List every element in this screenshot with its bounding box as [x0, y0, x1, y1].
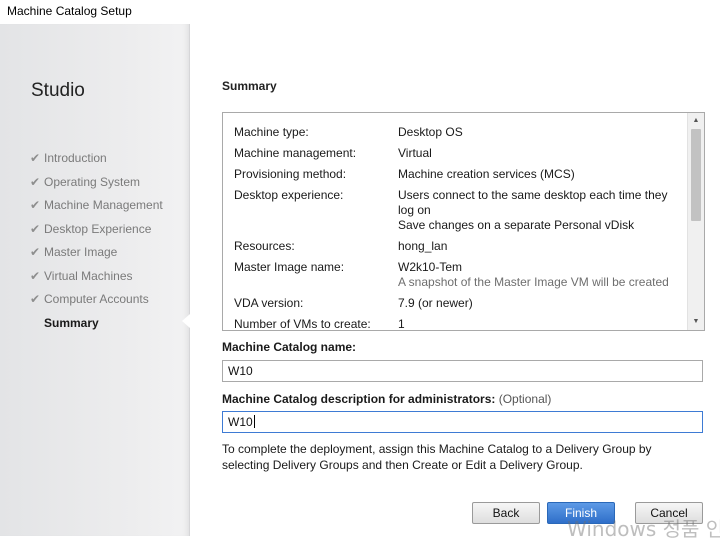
- step-virtual-machines[interactable]: ✔ Virtual Machines: [30, 269, 163, 293]
- window-title: Machine Catalog Setup: [7, 4, 132, 18]
- check-icon: ✔: [30, 292, 41, 306]
- step-introduction[interactable]: ✔ Introduction: [30, 151, 163, 175]
- check-icon: ✔: [30, 174, 41, 189]
- summary-row: Machine type: Desktop OS: [234, 125, 684, 140]
- description-label-text: Machine Catalog description for administ…: [222, 392, 496, 406]
- summary-value-group: Users connect to the same desktop each t…: [398, 188, 684, 233]
- step-label: Machine Management: [44, 198, 163, 212]
- step-label: Computer Accounts: [44, 292, 149, 306]
- description-value: W10: [228, 415, 253, 429]
- catalog-name-value: W10: [228, 364, 253, 378]
- scroll-thumb[interactable]: [691, 129, 701, 221]
- sidebar: Studio ✔ Introduction ✔ Operating System ✔…: [0, 24, 190, 536]
- step-operating-system[interactable]: ✔ Operating System: [30, 175, 163, 199]
- summary-key: Resources:: [234, 239, 295, 253]
- step-label: Desktop Experience: [44, 221, 152, 236]
- summary-panel[interactable]: Machine type: Desktop OS Machine managem…: [222, 112, 705, 331]
- summary-note: A snapshot of the Master Image VM will b…: [398, 275, 669, 289]
- step-machine-management[interactable]: ✔ Machine Management: [30, 198, 163, 222]
- catalog-name-input[interactable]: W10: [222, 360, 703, 382]
- description-input[interactable]: W10: [222, 411, 703, 433]
- step-computer-accounts[interactable]: ✔ Computer Accounts: [30, 292, 163, 316]
- summary-row: Provisioning method: Machine creation se…: [234, 167, 684, 182]
- check-icon: ✔: [30, 151, 41, 165]
- summary-value-group: W2k10-Tem A snapshot of the Master Image…: [398, 260, 684, 290]
- step-master-image[interactable]: ✔ Master Image: [30, 245, 163, 269]
- current-step-pointer-icon: [182, 314, 190, 328]
- summary-value: Machine creation services (MCS): [398, 167, 575, 181]
- step-label: Summary: [44, 315, 99, 330]
- summary-value: hong_lan: [398, 239, 448, 253]
- description-label: Machine Catalog description for administ…: [222, 392, 551, 406]
- summary-key: Machine management:: [234, 146, 357, 160]
- step-desktop-experience[interactable]: ✔ Desktop Experience: [30, 222, 163, 246]
- deployment-info-text: To complete the deployment, assign this …: [222, 442, 652, 472]
- step-label: Operating System: [44, 174, 141, 189]
- summary-row: Number of VMs to create: 1: [234, 317, 684, 331]
- summary-value: 7.9 (or newer): [398, 296, 473, 310]
- studio-brand: Studio: [31, 80, 85, 101]
- summary-row: Desktop experience: Users connect to the…: [234, 188, 684, 233]
- summary-row: Resources: hong_lan: [234, 239, 684, 254]
- summary-row: Machine management: Virtual: [234, 146, 684, 161]
- wizard-steps: ✔ Introduction ✔ Operating System ✔ Machine…: [30, 151, 163, 339]
- step-label: Virtual Machines: [44, 268, 133, 283]
- summary-value: Desktop OS: [398, 125, 463, 139]
- summary-row: VDA version: 7.9 (or newer): [234, 296, 684, 311]
- step-label: Introduction: [44, 151, 107, 165]
- title-bar: Machine Catalog Setup: [0, 0, 720, 24]
- text-caret: [253, 415, 255, 428]
- optional-hint: (Optional): [498, 392, 552, 406]
- summary-row: Master Image name: W2k10-Tem A snapshot …: [234, 260, 684, 290]
- summary-scrollbar[interactable]: ▲ ▼: [687, 113, 704, 330]
- summary-key: Machine type:: [234, 125, 309, 139]
- catalog-name-label: Machine Catalog name:: [222, 340, 357, 354]
- step-summary[interactable]: ✔Summary: [30, 316, 163, 340]
- summary-key: VDA version:: [234, 296, 304, 310]
- summary-key: Master Image name:: [234, 260, 345, 274]
- scroll-up-icon[interactable]: ▲: [688, 113, 704, 129]
- summary-value-line2: Save changes on a separate Personal vDis…: [398, 218, 635, 232]
- summary-key: Number of VMs to create:: [234, 317, 371, 331]
- check-icon: ✔: [30, 245, 41, 259]
- scroll-down-icon[interactable]: ▼: [688, 314, 704, 330]
- step-label: Master Image: [44, 245, 118, 259]
- page-title: Summary: [222, 79, 277, 93]
- activation-watermark: Windows 정품 인증: [567, 517, 720, 541]
- summary-key: Provisioning method:: [234, 167, 347, 181]
- summary-value: W2k10-Tem: [398, 260, 463, 274]
- summary-value: 1: [398, 317, 405, 331]
- summary-value: Users connect to the same desktop each t…: [398, 188, 668, 217]
- summary-list: Machine type: Desktop OS Machine managem…: [234, 125, 684, 331]
- check-icon: ✔: [30, 221, 41, 236]
- check-icon: ✔: [30, 198, 41, 212]
- check-icon: ✔: [30, 268, 41, 283]
- summary-key: Desktop experience:: [234, 188, 344, 202]
- back-button[interactable]: Back: [472, 502, 540, 524]
- summary-value: Virtual: [398, 146, 432, 160]
